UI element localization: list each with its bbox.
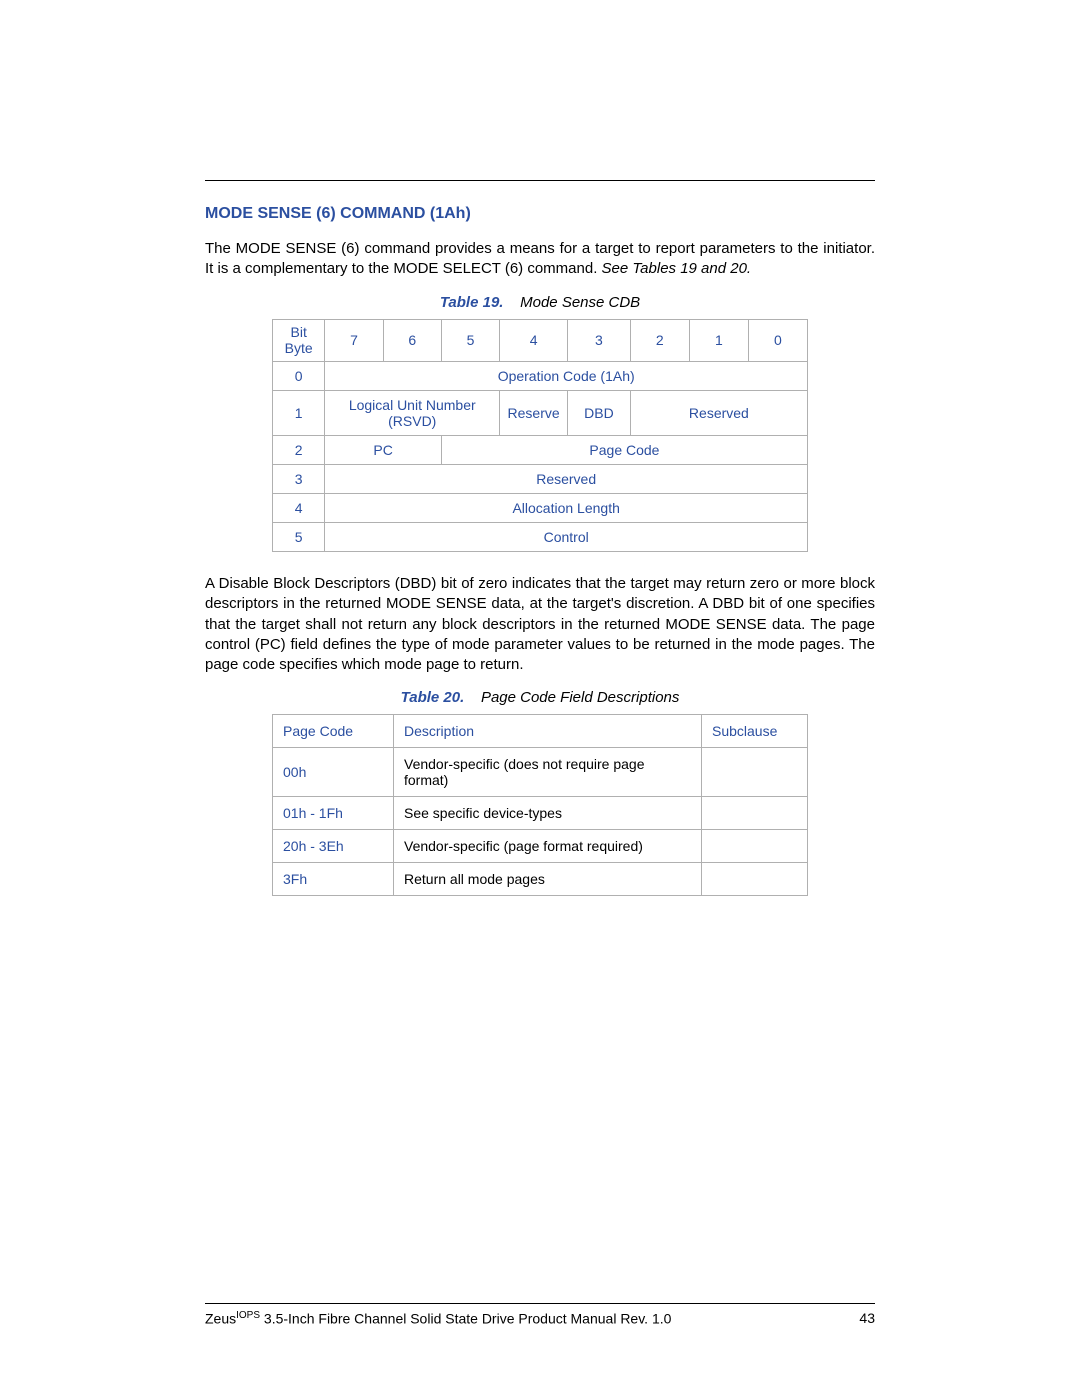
table-row: 00h Vendor-specific (does not require pa… (273, 748, 808, 797)
bit-header: 5 (441, 319, 499, 362)
pc-cell: PC (325, 436, 442, 465)
lun-cell: Logical Unit Number (RSVD) (325, 391, 500, 436)
table20-title: Page Code Field Descriptions (481, 689, 679, 706)
table-row: 2 PC Page Code (273, 436, 808, 465)
footer-product-sup: IOPS (236, 1310, 260, 1321)
sub-cell (702, 830, 808, 863)
intro-paragraph: The MODE SENSE (6) command provides a me… (205, 239, 875, 280)
byte-index: 4 (273, 494, 325, 523)
byte-index: 1 (273, 391, 325, 436)
table20-label: Table 20. (401, 689, 465, 706)
page: MODE SENSE (6) COMMAND (1Ah) The MODE SE… (0, 0, 1080, 1397)
intro-text: The MODE SENSE (6) command provides a me… (205, 240, 875, 277)
table-row: 4 Allocation Length (273, 494, 808, 523)
table-row: 0 Operation Code (1Ah) (273, 362, 808, 391)
footer-product-post: 3.5-Inch Fibre Channel Solid State Drive… (260, 1311, 671, 1327)
sub-cell (702, 863, 808, 896)
desc-cell: See specific device-types (394, 797, 702, 830)
table20-wrap: Page Code Description Subclause 00h Vend… (205, 714, 875, 896)
sub-cell (702, 797, 808, 830)
bit-header: 7 (325, 319, 383, 362)
table-row: 20h - 3Eh Vendor-specific (page format r… (273, 830, 808, 863)
footer-product: ZeusIOPS 3.5-Inch Fibre Channel Solid St… (205, 1310, 671, 1327)
footer: ZeusIOPS 3.5-Inch Fibre Channel Solid St… (205, 1303, 875, 1327)
bit-header: 2 (630, 319, 689, 362)
dbd-cell: DBD (568, 391, 631, 436)
alloc-cell: Allocation Length (325, 494, 808, 523)
table19-title: Mode Sense CDB (520, 294, 640, 311)
bit-header: 1 (689, 319, 748, 362)
top-rule (205, 180, 875, 181)
bit-header: 6 (383, 319, 441, 362)
bit-header: 3 (568, 319, 631, 362)
footer-page-number: 43 (859, 1310, 875, 1327)
reserved-cell: Reserved (630, 391, 807, 436)
byte-index: 2 (273, 436, 325, 465)
reserve-cell: Reserve (500, 391, 568, 436)
table-row: 5 Control (273, 523, 808, 552)
table19: Bit Byte 7 6 5 4 3 2 1 0 0 Operation Cod… (272, 319, 808, 553)
byte-index: 5 (273, 523, 325, 552)
see-reference: See Tables 19 and 20. (602, 260, 752, 277)
table-row: Page Code Description Subclause (273, 715, 808, 748)
table-row: 3Fh Return all mode pages (273, 863, 808, 896)
table-row: 1 Logical Unit Number (RSVD) Reserve DBD… (273, 391, 808, 436)
table20-caption: Table 20. Page Code Field Descriptions (205, 689, 875, 706)
desc-cell: Vendor-specific (does not require page f… (394, 748, 702, 797)
footer-rule (205, 1303, 875, 1304)
pagecode-cell: 00h (273, 748, 394, 797)
bit-header: 0 (748, 319, 807, 362)
pagecode-cell: 20h - 3Eh (273, 830, 394, 863)
table20: Page Code Description Subclause 00h Vend… (272, 714, 808, 896)
control-cell: Control (325, 523, 808, 552)
footer-product-pre: Zeus (205, 1311, 236, 1327)
corner-cell: Bit Byte (273, 319, 325, 362)
col-description: Description (394, 715, 702, 748)
byte-index: 3 (273, 465, 325, 494)
sub-cell (702, 748, 808, 797)
byte-index: 0 (273, 362, 325, 391)
table19-label: Table 19. (440, 294, 504, 311)
table-row: 01h - 1Fh See specific device-types (273, 797, 808, 830)
table-row: Bit Byte 7 6 5 4 3 2 1 0 (273, 319, 808, 362)
opcode-cell: Operation Code (1Ah) (325, 362, 808, 391)
col-subclause: Subclause (702, 715, 808, 748)
bit-header: 4 (500, 319, 568, 362)
col-pagecode: Page Code (273, 715, 394, 748)
table-row: 3 Reserved (273, 465, 808, 494)
table19-wrap: Bit Byte 7 6 5 4 3 2 1 0 0 Operation Cod… (205, 319, 875, 553)
desc-cell: Return all mode pages (394, 863, 702, 896)
table19-caption: Table 19. Mode Sense CDB (205, 294, 875, 311)
reserved2-cell: Reserved (325, 465, 808, 494)
corner-bit: Bit (277, 324, 320, 341)
section-heading: MODE SENSE (6) COMMAND (1Ah) (205, 205, 875, 223)
pagecode-cell: Page Code (441, 436, 807, 465)
corner-byte: Byte (277, 340, 320, 357)
footer-line: ZeusIOPS 3.5-Inch Fibre Channel Solid St… (205, 1310, 875, 1327)
dbd-paragraph: A Disable Block Descriptors (DBD) bit of… (205, 574, 875, 675)
desc-cell: Vendor-specific (page format required) (394, 830, 702, 863)
pagecode-cell: 3Fh (273, 863, 394, 896)
pagecode-cell: 01h - 1Fh (273, 797, 394, 830)
